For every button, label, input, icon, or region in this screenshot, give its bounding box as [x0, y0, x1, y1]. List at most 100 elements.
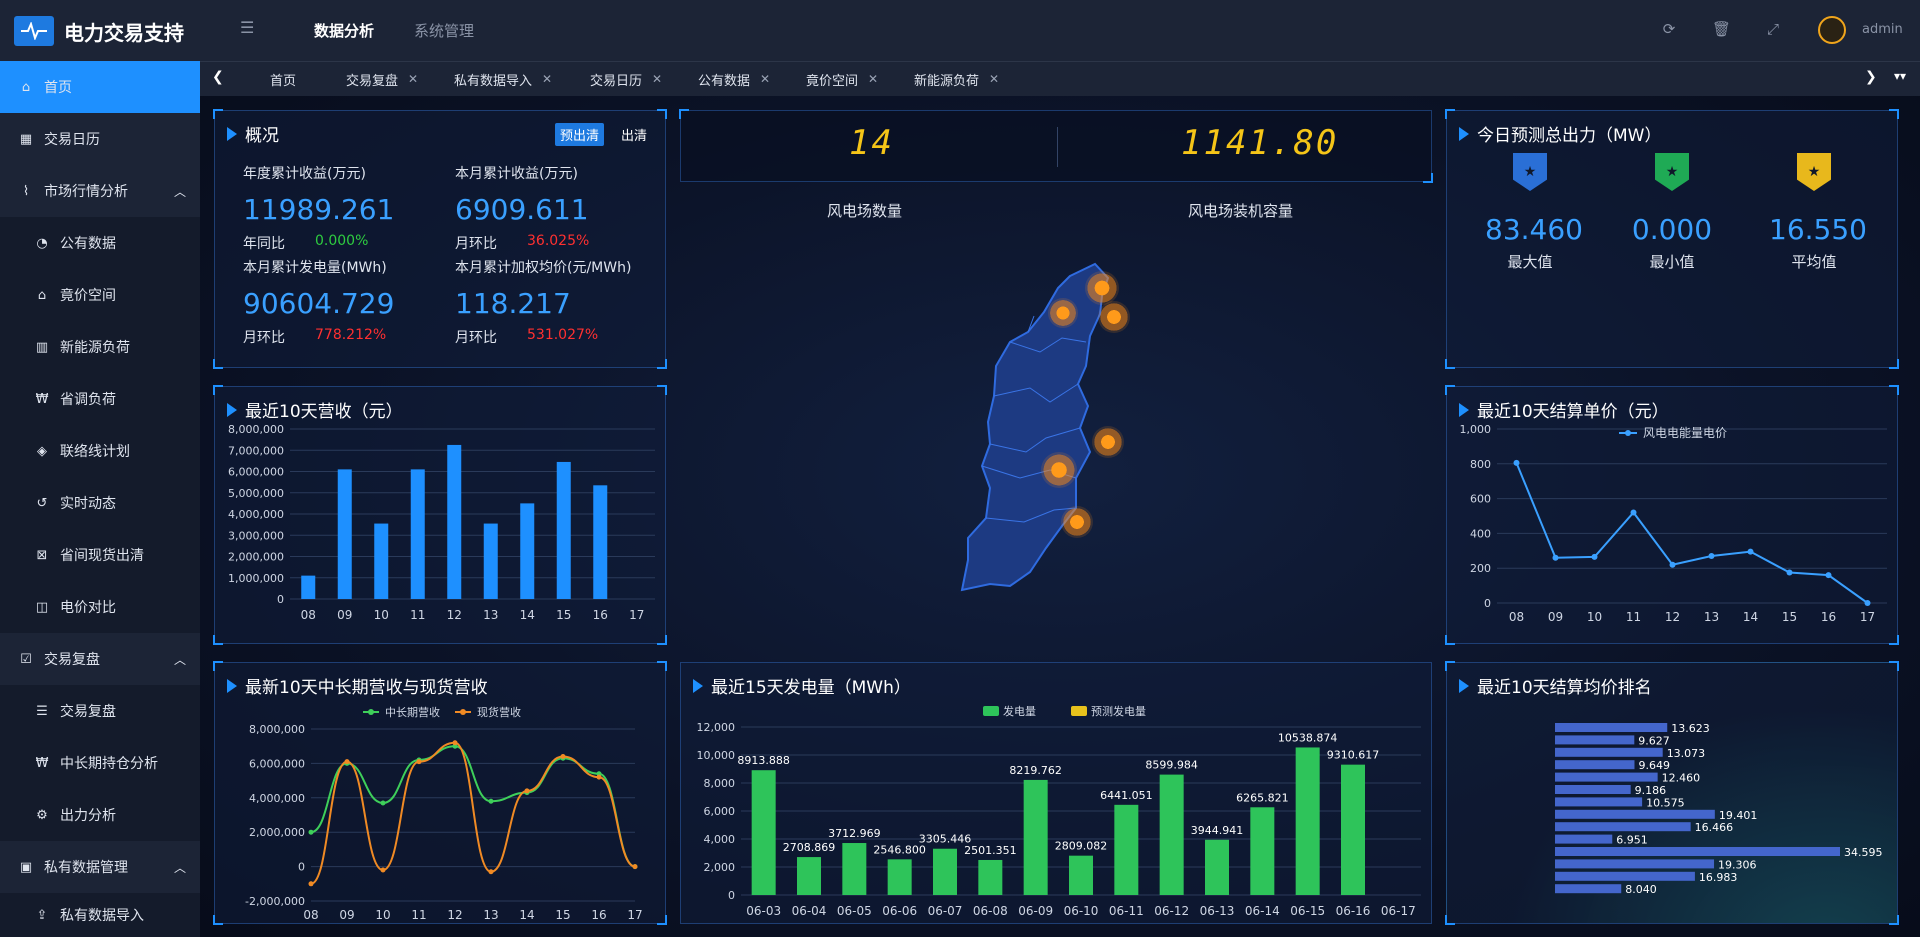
- chevron-down-icon[interactable]: ▾▾: [1894, 69, 1906, 83]
- panel-title: 最近10天结算均价排名: [1459, 673, 1652, 698]
- sidebar-item-provincial-load[interactable]: ₩ 省调负荷: [0, 373, 200, 425]
- tab-private-import[interactable]: 私有数据导入 ✕: [454, 62, 552, 96]
- fullscreen-icon[interactable]: ⤢: [1764, 20, 1782, 38]
- sidebar-item-label: 私有数据管理: [44, 860, 128, 876]
- map-marker[interactable]: [1092, 426, 1124, 458]
- data-point: [1513, 459, 1520, 466]
- sidebar-item-price-compare[interactable]: ◫ 电价对比: [0, 581, 200, 633]
- x-tick-label: 12: [1665, 610, 1680, 624]
- bar: [1555, 797, 1643, 807]
- trash-icon[interactable]: 🗑: [1712, 20, 1731, 38]
- map-marker[interactable]: [1061, 506, 1093, 538]
- forecast-min-value: 0.000: [1631, 213, 1713, 246]
- avg-price-value: 118.217: [455, 287, 571, 320]
- nav-data-analysis[interactable]: 数据分析: [314, 20, 374, 41]
- triangle-icon: [227, 402, 237, 417]
- data-label: 8219.762: [1009, 764, 1062, 777]
- data-label: 12.460: [1662, 772, 1701, 785]
- tab-label: 首页: [270, 73, 297, 89]
- sidebar-item-calendar[interactable]: ▦ 交易日历: [0, 113, 200, 165]
- sidebar-item-trade-review-group[interactable]: ☑ 交易复盘 ︿: [0, 633, 200, 685]
- avg-price-cmp-value: 531.027%: [527, 327, 599, 343]
- rank-bar-chart: 13.6239.62713.0739.64912.4609.18610.575 1…: [1555, 722, 1883, 896]
- bar: [1555, 772, 1658, 782]
- sidebar-item-private-data-group[interactable]: ▣ 私有数据管理 ︿: [0, 841, 200, 893]
- x-tick-label: 12: [447, 908, 462, 922]
- y-tick-label: 200: [1470, 562, 1491, 575]
- x-tick-label: 06-12: [1154, 904, 1189, 918]
- refresh-icon[interactable]: ⟳: [1660, 20, 1678, 38]
- chevron-up-icon: ︿: [173, 652, 186, 667]
- long-spot-line-chart: -2,000,000 0 2,000,000 4,000,000 6,000,000 8,…: [245, 705, 643, 922]
- panel-title: 最新10天中长期营收与现货营收: [227, 673, 488, 698]
- pulse-icon: [14, 16, 54, 46]
- bar: [1023, 779, 1048, 895]
- sidebar-item-realtime[interactable]: ↺ 实时动态: [0, 477, 200, 529]
- legend-label: 风电电能量电价: [1643, 426, 1727, 440]
- y-tick-label: 0: [1484, 597, 1491, 610]
- legend-marker: [368, 709, 374, 715]
- x-tick-label: 09: [339, 908, 354, 922]
- tab-public-data[interactable]: 公有数据 ✕: [698, 62, 770, 96]
- sidebar-item-position-analysis[interactable]: ₩ 中长期持仓分析: [0, 737, 200, 789]
- avatar[interactable]: [1818, 16, 1846, 44]
- tab-home[interactable]: 首页: [270, 62, 296, 96]
- sidebar-item-market[interactable]: ⌇ 市场行情分析 ︿: [0, 165, 200, 217]
- bar: [1555, 871, 1695, 881]
- sidebar-item-renewable-load[interactable]: ▥ 新能源负荷: [0, 321, 200, 373]
- sidebar-item-label: 省间现货出清: [60, 548, 144, 564]
- province-map[interactable]: [950, 256, 1210, 636]
- map-marker[interactable]: [1085, 271, 1119, 305]
- sidebar-item-output-analysis[interactable]: ⚙ 出力分析: [0, 789, 200, 841]
- tab-trade-review[interactable]: 交易复盘 ✕: [346, 62, 418, 96]
- month-revenue-label: 本月累计收益(万元): [455, 166, 578, 182]
- x-tick-label: 06-09: [1018, 904, 1053, 918]
- close-icon[interactable]: ✕: [408, 72, 418, 86]
- close-icon[interactable]: ✕: [760, 72, 770, 86]
- data-label: 8599.984: [1145, 759, 1198, 772]
- chevron-left-icon[interactable]: ❮: [212, 69, 224, 85]
- legend-marker: [1071, 706, 1087, 716]
- x-tick-label: 13: [1704, 610, 1719, 624]
- menu-toggle-icon[interactable]: ☰: [240, 18, 262, 40]
- x-tick-label: 09: [1548, 610, 1563, 624]
- clear-button[interactable]: 出清: [619, 123, 649, 146]
- close-icon[interactable]: ✕: [652, 72, 662, 86]
- tab-renewable-load[interactable]: 新能源负荷 ✕: [914, 62, 999, 96]
- username[interactable]: admin: [1862, 22, 1903, 37]
- triangle-icon: [1459, 402, 1469, 417]
- chevron-up-icon: ︿: [173, 860, 186, 875]
- tab-calendar[interactable]: 交易日历 ✕: [590, 62, 662, 96]
- tab-bid-space[interactable]: 竟价空间 ✕: [806, 62, 878, 96]
- x-tick-label: 16: [591, 908, 606, 922]
- x-tick-label: 14: [1743, 610, 1758, 624]
- x-tick-label: 11: [411, 908, 426, 922]
- sidebar-item-spot-clearing[interactable]: ⊠ 省间现货出清: [0, 529, 200, 581]
- nav-system-management[interactable]: 系统管理: [414, 20, 474, 41]
- pre-clear-button[interactable]: 预出清: [555, 123, 605, 146]
- chevron-up-icon: ︿: [173, 184, 186, 199]
- app-logo[interactable]: 电力交易支持: [14, 14, 184, 48]
- month-cmp-value: 36.025%: [527, 233, 590, 249]
- bar: [483, 523, 498, 599]
- cube-icon: ◈: [37, 443, 47, 459]
- map-marker[interactable]: [1048, 298, 1078, 328]
- legend-label: 发电量: [1003, 704, 1036, 718]
- forecast-max-label: 最大值: [1507, 253, 1553, 271]
- close-icon[interactable]: ✕: [542, 72, 552, 86]
- sidebar-item-home[interactable]: ⌂ 首页: [0, 61, 200, 113]
- sidebar-item-bid-space[interactable]: ⌂ 竟价空间: [0, 269, 200, 321]
- sidebar-item-trade-review[interactable]: ☰ 交易复盘: [0, 685, 200, 737]
- bar: [1069, 855, 1093, 895]
- chevron-right-icon[interactable]: ❯: [1865, 69, 1877, 85]
- sidebar-item-private-import[interactable]: ⇪ 私有数据导入: [0, 893, 200, 937]
- close-icon[interactable]: ✕: [868, 72, 878, 86]
- sidebar-item-public-data[interactable]: ◔ 公有数据: [0, 217, 200, 269]
- data-label: 9.649: [1638, 759, 1670, 772]
- y-tick-label: 0: [728, 889, 735, 902]
- close-icon[interactable]: ✕: [989, 72, 999, 86]
- data-point: [1864, 600, 1871, 606]
- map-marker[interactable]: [1041, 452, 1077, 488]
- map-marker[interactable]: [1098, 301, 1130, 333]
- sidebar-item-tie-line[interactable]: ◈ 联络线计划: [0, 425, 200, 477]
